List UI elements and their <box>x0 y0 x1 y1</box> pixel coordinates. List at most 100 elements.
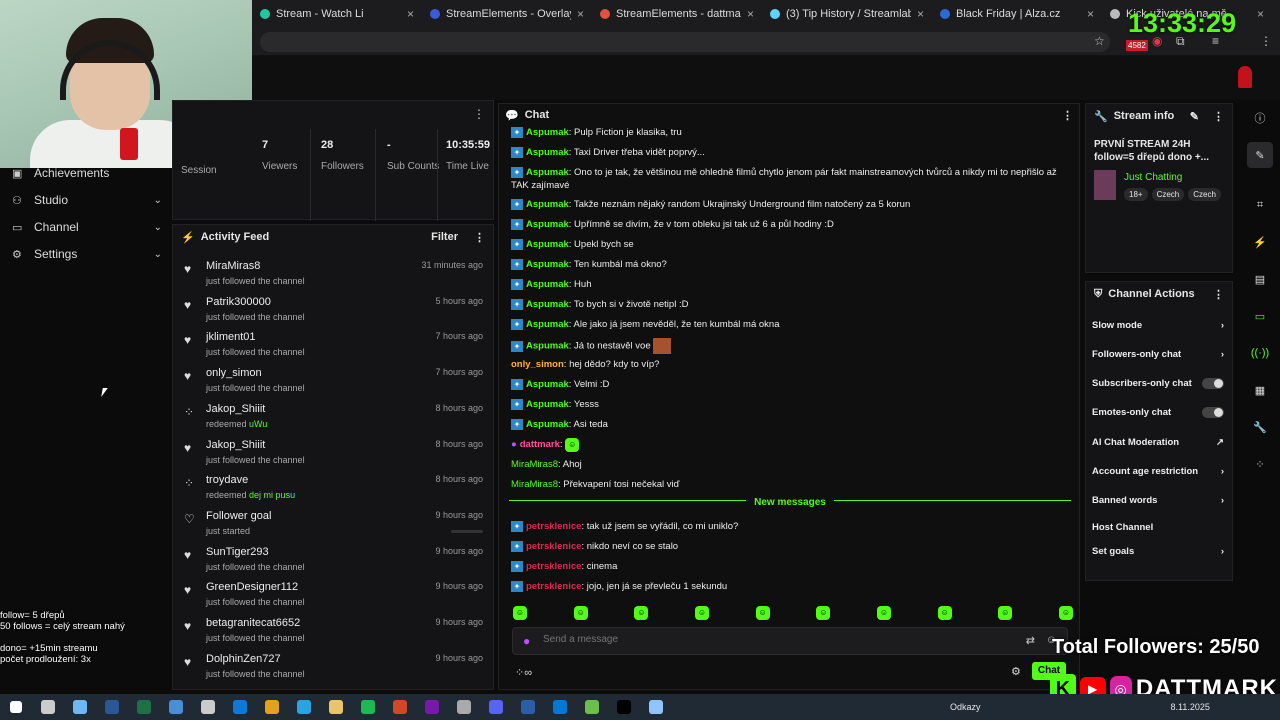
taskbar-app-icon[interactable] <box>0 694 32 720</box>
address-bar[interactable] <box>260 32 1110 52</box>
chat-username[interactable]: Aspumak <box>526 167 569 178</box>
channel-action-item[interactable]: Account age restriction › <box>1092 466 1224 477</box>
taskbar-app-icon[interactable] <box>608 694 640 720</box>
emote-icon[interactable]: ☺ <box>1058 606 1073 620</box>
taskbar-app-icon[interactable] <box>544 694 576 720</box>
close-tab-icon[interactable]: × <box>747 7 754 21</box>
sidebar-item-settings[interactable]: ⚙ Settings ⌄ <box>12 247 162 261</box>
emote-icon[interactable]: ☺ <box>998 606 1013 620</box>
chat-username[interactable]: Aspumak <box>526 127 569 138</box>
toggle-switch[interactable] <box>1202 407 1224 418</box>
activity-item[interactable]: ⁘ Jakop_Shiiit redeemed uWu 8 hours ago <box>181 401 487 435</box>
chat-username[interactable]: MiraMiras8 <box>511 479 558 490</box>
taskbar-app-icon[interactable] <box>448 694 480 720</box>
bookmark-star-icon[interactable]: ☆ <box>1094 34 1105 48</box>
chat-username[interactable]: Aspumak <box>526 147 569 158</box>
wrench-icon[interactable]: 🔧 <box>1247 414 1273 440</box>
taskbar-app-icon[interactable] <box>160 694 192 720</box>
close-tab-icon[interactable]: × <box>407 7 414 21</box>
layout-icon[interactable]: ▦ <box>1247 377 1273 403</box>
chat-username[interactable]: MiraMiras8 <box>511 459 558 470</box>
emote-icon[interactable]: ☺ <box>876 606 891 620</box>
activity-item[interactable]: ♥ Jakop_Shiiit just followed the channel 8 … <box>181 437 487 471</box>
channel-action-item[interactable]: Slow mode › <box>1092 320 1224 331</box>
screenshot-icon[interactable]: ⌗ <box>1247 192 1273 218</box>
microphone-icon[interactable]: ● <box>523 634 530 648</box>
taskbar-app-icon[interactable] <box>352 694 384 720</box>
chat-username[interactable]: dattmark <box>520 439 560 450</box>
channel-action-item[interactable]: Subscribers-only chat <box>1092 378 1224 389</box>
activity-item[interactable]: ⁘ troydave redeemed dej mi pusu 8 hours ago <box>181 472 487 506</box>
chat-settings-icon[interactable]: ⚙ <box>1011 665 1021 678</box>
points-icon[interactable]: ⁘ <box>1247 451 1273 477</box>
channel-action-item[interactable]: AI Chat Moderation ↗ <box>1092 437 1224 448</box>
emote-icon[interactable]: ☺ <box>816 606 831 620</box>
activity-item[interactable]: ♥ SunTiger293 just followed the channel 9 h… <box>181 544 487 578</box>
emote-icon[interactable]: ☺ <box>573 606 588 620</box>
tag[interactable]: Czech <box>1151 188 1185 201</box>
activity-item[interactable]: ♡ Follower goal just started 9 hours ago <box>181 508 487 542</box>
channel-action-item[interactable]: Banned words › <box>1092 495 1224 506</box>
panel-menu-icon[interactable]: ⋮ <box>1213 110 1224 123</box>
translate-icon[interactable]: ⇄ <box>1026 634 1035 647</box>
taskbar-links-label[interactable]: Odkazy <box>950 702 981 712</box>
chat-username[interactable]: petrsklenice <box>526 521 581 532</box>
browser-tab[interactable]: (3) Tip History / Streamlabs × <box>762 0 932 28</box>
close-tab-icon[interactable]: × <box>1087 7 1094 21</box>
chat-username[interactable]: Aspumak <box>526 219 569 230</box>
channel-action-item[interactable]: Followers-only chat › <box>1092 349 1224 360</box>
close-tab-icon[interactable]: × <box>1257 7 1264 21</box>
tag[interactable]: 18+ <box>1124 188 1148 201</box>
sidebar-item-studio[interactable]: ⚇ Studio ⌄ <box>12 193 162 207</box>
taskbar-app-icon[interactable] <box>256 694 288 720</box>
channel-action-item[interactable]: Emotes-only chat <box>1092 407 1224 418</box>
chat-username[interactable]: petrsklenice <box>526 541 581 552</box>
emote-icon[interactable]: ☺ <box>755 606 770 620</box>
chat-input-box[interactable]: ● ⇄ ☺ <box>512 627 1068 655</box>
toggle-switch[interactable] <box>1202 378 1224 389</box>
edit-icon[interactable]: ✎ <box>1247 142 1273 168</box>
taskbar-app-icon[interactable] <box>320 694 352 720</box>
channel-action-item[interactable]: Set goals › <box>1092 546 1224 557</box>
kick-avatar-icon[interactable] <box>1238 66 1252 88</box>
browser-tab[interactable]: Stream - Watch Li × <box>252 0 422 28</box>
chat-username[interactable]: petrsklenice <box>526 561 581 572</box>
taskbar-app-icon[interactable] <box>640 694 672 720</box>
activity-item[interactable]: ♥ DolphinZen727 just followed the channel 9… <box>181 651 487 685</box>
taskbar-app-icon[interactable] <box>192 694 224 720</box>
sidebar-item-channel[interactable]: ▭ Channel ⌄ <box>12 220 162 234</box>
taskbar-app-icon[interactable] <box>576 694 608 720</box>
chat-icon[interactable]: ▭ <box>1247 303 1273 329</box>
chat-username[interactable]: Aspumak <box>526 299 569 310</box>
chat-username[interactable]: petrsklenice <box>526 581 581 592</box>
emote-icon[interactable]: ☺ <box>513 606 527 620</box>
sidebar-item-achievements[interactable]: ▣ Achievements <box>12 166 162 180</box>
activity-item[interactable]: ♥ MiraMiras8 just followed the channel 31 m… <box>181 258 487 292</box>
bolt-icon[interactable]: ⚡ <box>1247 229 1273 255</box>
browser-tab[interactable]: StreamElements - dattmark × <box>592 0 762 28</box>
taskbar-app-icon[interactable] <box>480 694 512 720</box>
broadcast-icon[interactable]: ((·)) <box>1247 340 1273 366</box>
emote-icon[interactable]: ☺ <box>937 606 952 620</box>
activity-item[interactable]: ♥ betagranitecat6652 just followed the cha… <box>181 615 487 649</box>
emote-icon[interactable]: ☺ <box>694 606 709 620</box>
browser-tab[interactable]: StreamElements - Overlays × <box>422 0 592 28</box>
chat-username[interactable]: Aspumak <box>526 379 569 390</box>
taskbar-app-icon[interactable] <box>128 694 160 720</box>
chat-username[interactable]: Aspumak <box>526 239 569 250</box>
activity-item[interactable]: ♥ GreenDesigner112 just followed the chann… <box>181 579 487 613</box>
taskbar-app-icon[interactable] <box>512 694 544 720</box>
taskbar-app-icon[interactable] <box>384 694 416 720</box>
taskbar-app-icon[interactable] <box>288 694 320 720</box>
category-label[interactable]: Just Chatting <box>1124 172 1182 183</box>
taskbar-app-icon[interactable] <box>64 694 96 720</box>
chat-username[interactable]: Aspumak <box>526 419 569 430</box>
chat-username[interactable]: Aspumak <box>526 259 569 270</box>
panel-menu-icon[interactable]: ⋮ <box>1062 109 1073 122</box>
taskbar-app-icon[interactable] <box>96 694 128 720</box>
browser-menu-icon[interactable]: ⋮ <box>1260 34 1272 48</box>
taskbar-app-icon[interactable] <box>416 694 448 720</box>
chat-input[interactable] <box>543 634 1003 645</box>
panel-menu-icon[interactable]: ⋮ <box>474 231 485 244</box>
chat-username[interactable]: only_simon <box>511 359 564 370</box>
